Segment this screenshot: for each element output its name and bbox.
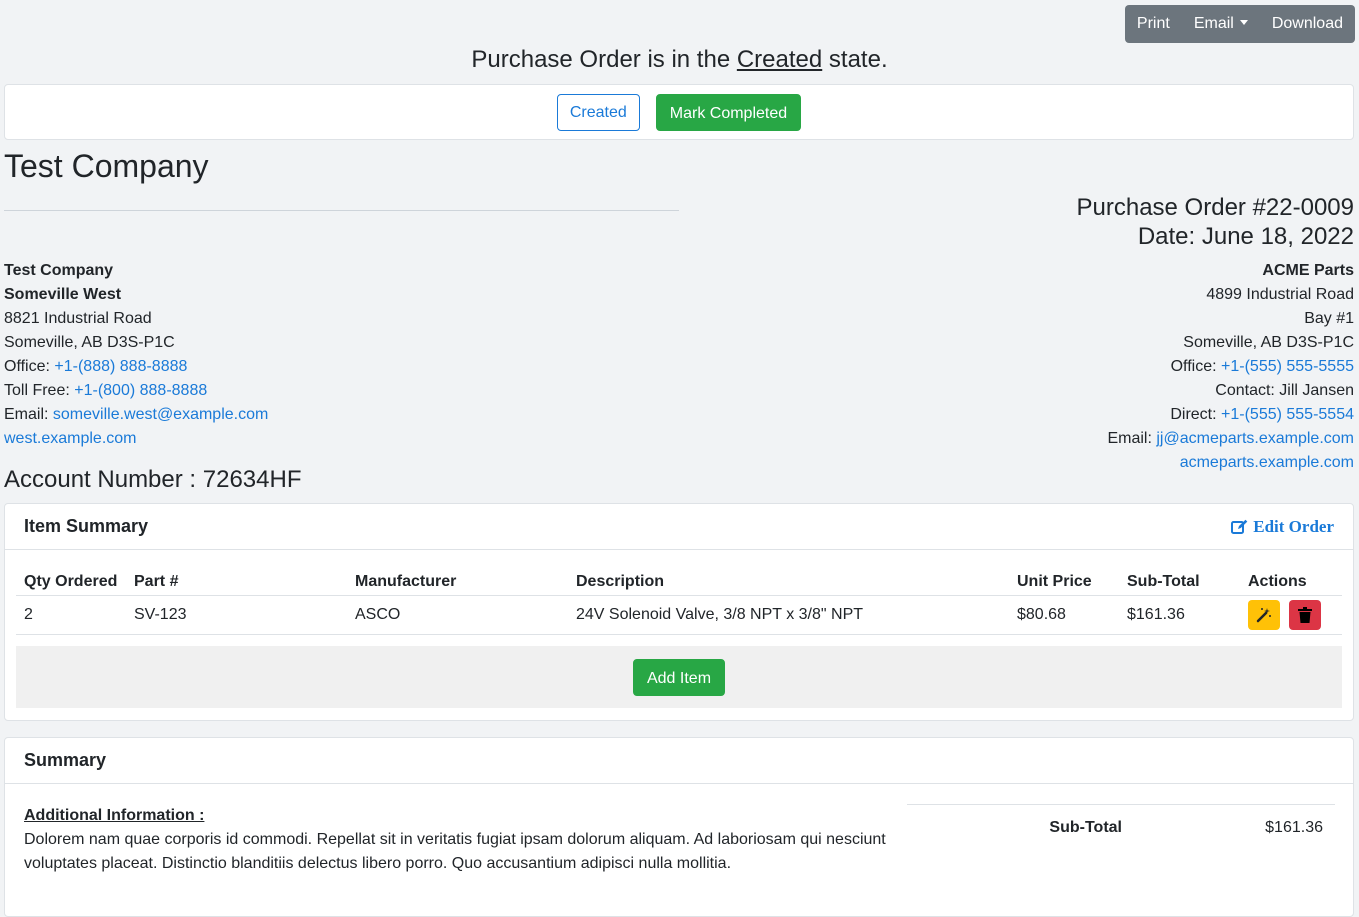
sender-address: Test Company Someville West 8821 Industr… xyxy=(4,259,268,451)
summary-card: Summary Additional Information : Dolorem… xyxy=(4,737,1354,917)
direct-label: Direct: xyxy=(1170,406,1217,423)
status-state: Created xyxy=(736,46,823,73)
email-label: Email: xyxy=(1107,430,1152,447)
edit-order-link[interactable]: Edit Order xyxy=(1231,517,1334,537)
additional-info: Additional Information : Dolorem nam qua… xyxy=(24,804,894,876)
vendor-address: ACME Parts 4899 Industrial Road Bay #1 S… xyxy=(1107,259,1354,475)
column-header: Actions xyxy=(1240,569,1342,596)
summary-title: Summary xyxy=(24,750,107,770)
download-button[interactable]: Download xyxy=(1260,5,1355,43)
add-item-zone: Add Item xyxy=(16,646,1342,708)
created-state-button[interactable]: Created xyxy=(556,93,640,131)
column-header: Manufacturer xyxy=(347,569,568,596)
description-cell: 24V Solenoid Valve, 3/8 NPT x 3/8" NPT xyxy=(568,595,1009,635)
state-controls: Created Mark Completed xyxy=(4,84,1354,140)
mark-completed-button[interactable]: Mark Completed xyxy=(655,93,802,131)
actions-cell xyxy=(1240,595,1342,635)
subtotal-cell: $161.36 xyxy=(1119,595,1240,635)
status-suffix: state. xyxy=(828,46,888,73)
company-title: Test Company xyxy=(4,148,209,184)
column-header: Unit Price xyxy=(1009,569,1119,596)
delete-item-button[interactable] xyxy=(1289,599,1322,630)
vendor-office-line: Office: +1-(555) 555-5555 xyxy=(1107,355,1354,379)
subtotal-label: Sub-Total xyxy=(1049,819,1122,836)
status-prefix: Purchase Order is in the xyxy=(471,46,731,73)
email-label: Email: xyxy=(4,406,49,423)
vendor-direct-phone-link[interactable]: +1-(555) 555-5554 xyxy=(1221,406,1354,423)
vendor-office-phone-link[interactable]: +1-(555) 555-5555 xyxy=(1221,358,1354,375)
vendor-email-link[interactable]: jj@acmeparts.example.com xyxy=(1156,430,1354,447)
item-summary-title: Item Summary xyxy=(24,516,149,536)
vendor-name: ACME Parts xyxy=(1262,262,1354,279)
vendor-contact: Contact: Jill Jansen xyxy=(1215,382,1354,399)
item-summary-card: Item Summary Edit Order Qty Ordered Part… xyxy=(4,503,1354,721)
part-cell: SV-123 xyxy=(126,595,347,635)
sender-tollfree-line: Toll Free: +1-(800) 888-8888 xyxy=(4,379,268,403)
vendor-city: Someville, AB D3S-P1C xyxy=(1183,334,1354,351)
vendor-website-link[interactable]: acmeparts.example.com xyxy=(1180,454,1354,471)
status-line: Purchase Order is in the Created state. xyxy=(0,46,1359,74)
manufacturer-cell: ASCO xyxy=(347,595,568,635)
print-button[interactable]: Print xyxy=(1125,5,1182,43)
column-header: Qty Ordered xyxy=(16,569,126,596)
edit-icon xyxy=(1231,519,1248,534)
totals-table: Sub-Total $161.36 xyxy=(907,804,1335,851)
vendor-email-line: Email: jj@acmeparts.example.com xyxy=(1107,427,1354,451)
tollfree-label: Toll Free: xyxy=(4,382,70,399)
email-label: Email xyxy=(1193,15,1234,32)
sender-city: Someville, AB D3S-P1C xyxy=(4,334,175,351)
table-header-row: Qty Ordered Part # Manufacturer Descript… xyxy=(16,569,1342,596)
vendor-street: 4899 Industrial Road xyxy=(1206,286,1354,303)
account-number: Account Number : 72634HF xyxy=(4,466,302,493)
po-number: Purchase Order #22-0009 xyxy=(1076,194,1355,221)
sender-office-line: Office: +1-(888) 888-8888 xyxy=(4,355,268,379)
items-table: Qty Ordered Part # Manufacturer Descript… xyxy=(16,569,1342,635)
sender-street: 8821 Industrial Road xyxy=(4,310,152,327)
unit-price-cell: $80.68 xyxy=(1009,595,1119,635)
office-label: Office: xyxy=(4,358,50,375)
column-header: Sub-Total xyxy=(1119,569,1240,596)
sender-email-line: Email: someville.west@example.com xyxy=(4,403,268,427)
sender-office-phone-link[interactable]: +1-(888) 888-8888 xyxy=(54,358,187,375)
subtotal-value: $161.36 xyxy=(1265,819,1323,836)
sender-website-link[interactable]: west.example.com xyxy=(4,430,137,447)
document-actions-group: Print Email Download xyxy=(1124,5,1355,43)
vendor-direct-line: Direct: +1-(555) 555-5554 xyxy=(1107,403,1354,427)
trash-icon xyxy=(1298,606,1313,623)
qty-cell: 2 xyxy=(16,595,126,635)
sender-name: Test Company xyxy=(4,262,114,279)
vendor-unit: Bay #1 xyxy=(1304,310,1354,327)
wand-icon xyxy=(1256,607,1271,622)
po-date: Date: June 18, 2022 xyxy=(1137,223,1354,250)
column-header: Part # xyxy=(126,569,347,596)
sender-tollfree-phone-link[interactable]: +1-(800) 888-8888 xyxy=(74,382,207,399)
sender-email-link[interactable]: someville.west@example.com xyxy=(53,406,268,423)
add-item-button[interactable]: Add Item xyxy=(632,658,726,696)
po-header: Purchase Order #22-0009 Date: June 18, 2… xyxy=(1077,193,1355,251)
table-row: 2 SV-123 ASCO 24V Solenoid Valve, 3/8 NP… xyxy=(16,595,1342,635)
edit-item-button[interactable] xyxy=(1248,599,1280,630)
divider xyxy=(4,210,679,211)
sender-branch: Someville West xyxy=(4,286,122,303)
column-header: Description xyxy=(568,569,1009,596)
office-label: Office: xyxy=(1170,358,1217,375)
additional-info-title: Additional Information : xyxy=(24,807,205,824)
edit-order-label: Edit Order xyxy=(1253,516,1334,536)
item-summary-header: Item Summary Edit Order xyxy=(5,504,1353,550)
subtotal-row: Sub-Total $161.36 xyxy=(907,805,1335,851)
additional-info-text: Dolorem nam quae corporis id commodi. Re… xyxy=(24,831,886,872)
email-dropdown-button[interactable]: Email xyxy=(1182,5,1260,43)
caret-down-icon xyxy=(1239,20,1248,25)
summary-header: Summary xyxy=(5,738,1353,784)
